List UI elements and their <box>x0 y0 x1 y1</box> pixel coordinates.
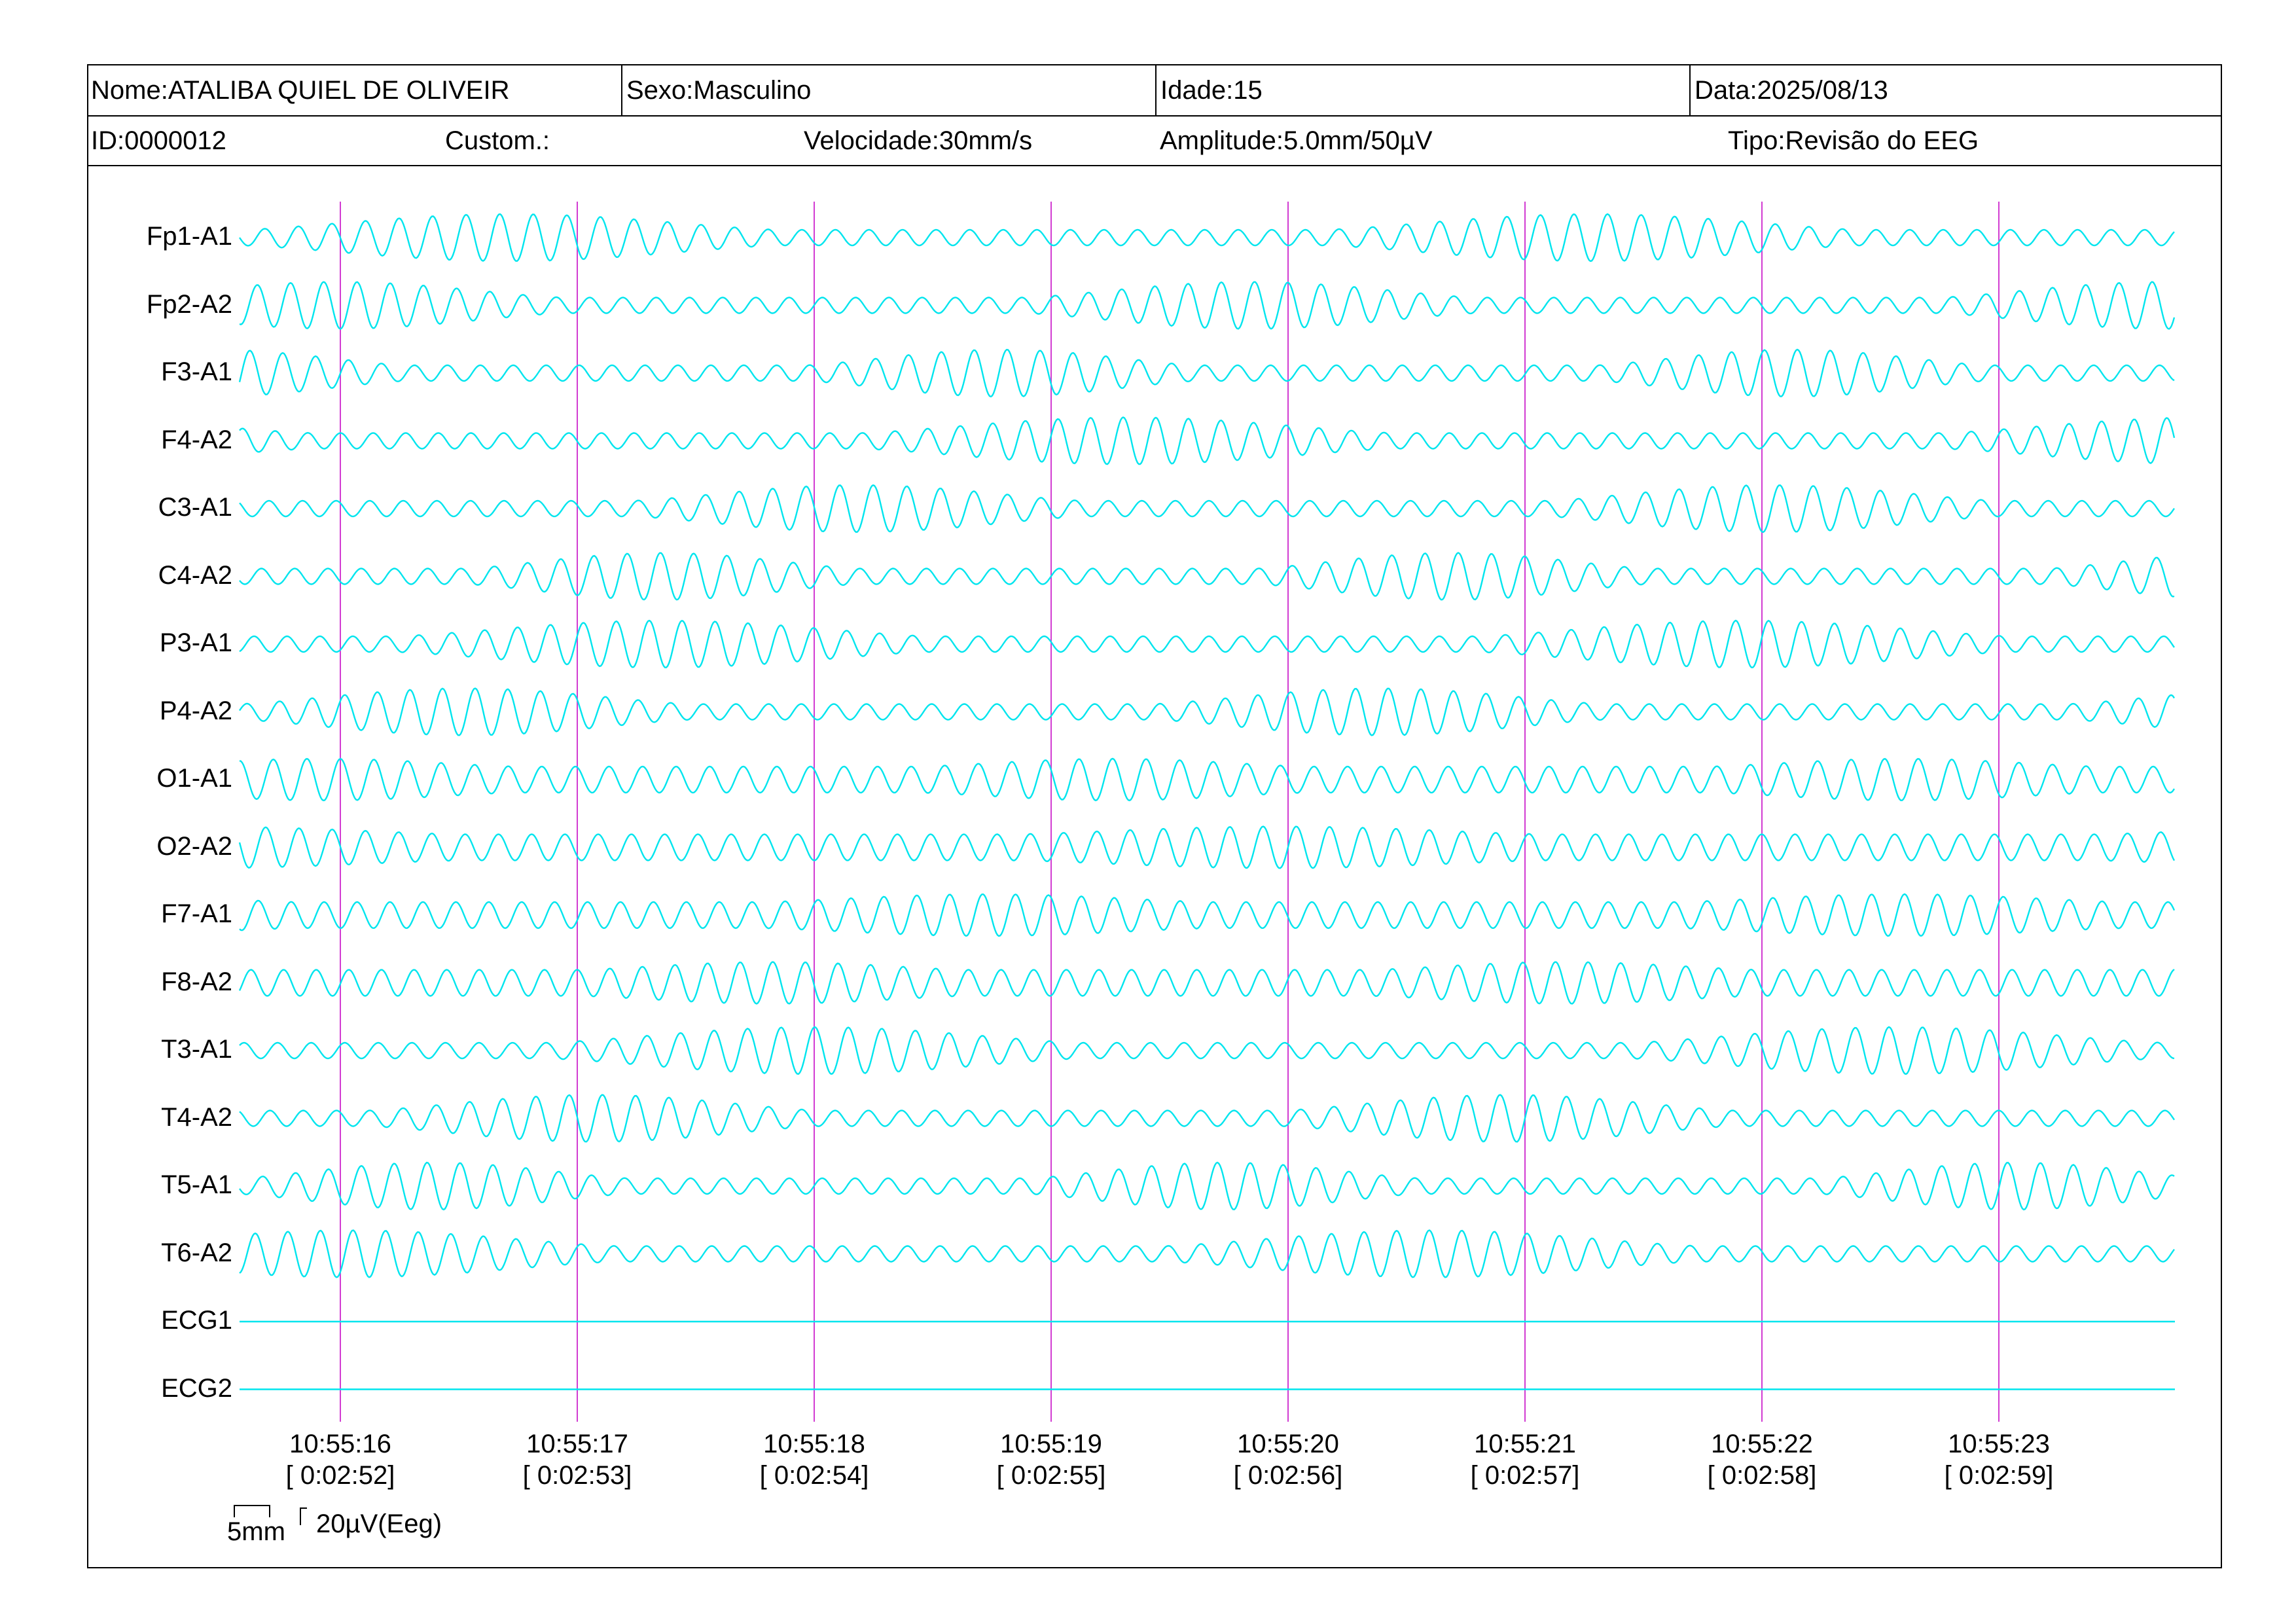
channel-trace <box>238 825 2176 869</box>
time-elapsed: [ 0:02:55] <box>996 1461 1106 1490</box>
channel-label: P3-A1 <box>159 628 232 657</box>
time-clock: 10:55:17 <box>526 1430 628 1458</box>
channel-label: O1-A1 <box>156 764 232 793</box>
channel-label: ECG2 <box>161 1373 232 1403</box>
time-scale-bracket <box>234 1505 270 1517</box>
channel-trace <box>239 213 2175 262</box>
channel-label: F3-A1 <box>161 357 232 386</box>
channel-label: F8-A2 <box>161 967 232 996</box>
channel-label: T6-A2 <box>161 1238 232 1267</box>
channel-label: ECG1 <box>161 1306 232 1335</box>
time-clock: 10:55:21 <box>1474 1430 1576 1458</box>
channel-trace <box>238 348 2175 398</box>
channel-trace <box>239 1026 2175 1075</box>
time-mark: 10:55:21 [ 0:02:57] <box>1446 1428 1604 1491</box>
time-mark: 10:55:17 [ 0:02:53] <box>499 1428 656 1491</box>
channel-label: T4-A2 <box>161 1102 232 1132</box>
channel-trace <box>239 893 2176 937</box>
amplitude-scale-bracket <box>300 1507 307 1525</box>
channel-trace <box>239 1229 2175 1278</box>
time-elapsed: [ 0:02:57] <box>1470 1461 1580 1490</box>
time-clock: 10:55:23 <box>1948 1430 2050 1458</box>
time-elapsed: [ 0:02:56] <box>1233 1461 1343 1490</box>
time-mark: 10:55:22 [ 0:02:58] <box>1683 1428 1840 1491</box>
time-mark: 10:55:18 [ 0:02:54] <box>736 1428 893 1491</box>
channel-trace <box>239 687 2175 736</box>
channel-trace <box>239 757 2175 802</box>
time-elapsed: [ 0:02:53] <box>522 1461 632 1490</box>
time-elapsed: [ 0:02:58] <box>1707 1461 1817 1490</box>
time-clock: 10:55:20 <box>1237 1430 1339 1458</box>
channel-label: Fp2-A2 <box>146 289 232 319</box>
channel-label: C4-A2 <box>158 560 232 590</box>
channel-label: O2-A2 <box>156 831 232 861</box>
channel-trace <box>239 281 2176 330</box>
channel-trace <box>239 619 2175 668</box>
time-elapsed: [ 0:02:54] <box>759 1461 869 1490</box>
time-elapsed: [ 0:02:59] <box>1944 1461 2054 1490</box>
time-mark: 10:55:20 [ 0:02:56] <box>1210 1428 1367 1491</box>
time-clock: 10:55:16 <box>289 1430 391 1458</box>
channel-label: P4-A2 <box>159 696 232 725</box>
channel-label: T3-A1 <box>161 1035 232 1064</box>
channel-trace <box>239 484 2175 533</box>
channel-label: Fp1-A1 <box>146 222 232 251</box>
time-clock: 10:55:19 <box>1000 1430 1102 1458</box>
eeg-trace-area <box>238 202 2176 1422</box>
time-mark: 10:55:16 [ 0:02:52] <box>262 1428 419 1491</box>
channel-trace <box>238 961 2175 1005</box>
channel-label: T5-A1 <box>161 1170 232 1199</box>
channel-trace <box>239 552 2175 601</box>
time-clock: 10:55:18 <box>763 1430 865 1458</box>
channel-trace <box>239 1094 2175 1143</box>
time-clock: 10:55:22 <box>1711 1430 1813 1458</box>
time-scale-label: 5mm <box>227 1517 285 1546</box>
channel-trace <box>239 416 2176 465</box>
channel-label: F4-A2 <box>161 425 232 454</box>
amplitude-scale-label: 20µV(Eeg) <box>316 1509 442 1538</box>
channel-trace <box>239 1161 2175 1211</box>
time-mark: 10:55:23 [ 0:02:59] <box>1920 1428 2077 1491</box>
channel-label: C3-A1 <box>158 493 232 522</box>
channel-label: F7-A1 <box>161 899 232 928</box>
time-mark: 10:55:19 [ 0:02:55] <box>973 1428 1130 1491</box>
time-elapsed: [ 0:02:52] <box>285 1461 395 1490</box>
